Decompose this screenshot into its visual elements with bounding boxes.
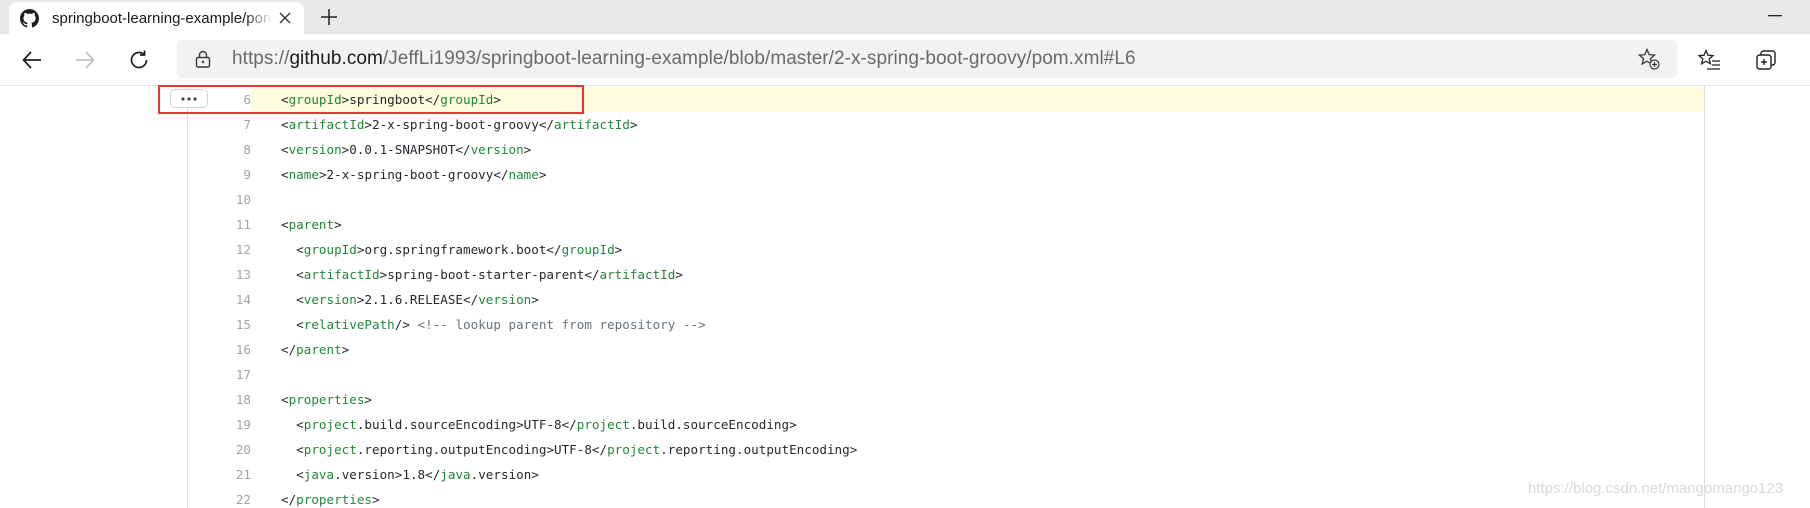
tab-close-icon[interactable] (275, 8, 295, 28)
code-line: 9 <name>2-x-spring-boot-groovy</name> (188, 162, 1704, 187)
url-domain: github.com (289, 48, 383, 69)
code-line: 22 </properties> (188, 487, 1704, 508)
favorites-icon[interactable] (1694, 44, 1726, 76)
code-line: 7 <artifactId>2-x-spring-boot-groovy</art… (188, 112, 1704, 137)
code-text: <version>2.1.6.RELEASE</version> (296, 291, 539, 307)
browser-tab[interactable]: springboot-learning-example/pom.xml at m… (9, 2, 304, 34)
line-number[interactable]: 12 (188, 237, 251, 262)
tab-strip: springboot-learning-example/pom.xml at m… (0, 0, 1810, 34)
line-number[interactable]: 20 (188, 437, 251, 462)
kebab-horizontal-icon (181, 96, 197, 101)
refresh-icon[interactable] (123, 44, 155, 76)
address-bar[interactable]: https://github.com/JeffLi1993/springboot… (177, 40, 1677, 78)
code-line: 17 (188, 362, 1704, 387)
code-text: <artifactId>spring-boot-starter-parent</… (296, 266, 683, 282)
browser-toolbar: https://github.com/JeffLi1993/springboot… (0, 34, 1810, 86)
code-text: <project.build.sourceEncoding>UTF-8</pro… (296, 416, 797, 432)
line-number[interactable]: 11 (188, 212, 251, 237)
code-text: <version>0.0.1-SNAPSHOT</version> (281, 141, 532, 157)
back-arrow-icon[interactable] (16, 44, 48, 76)
line-actions-button[interactable] (170, 89, 208, 108)
blob-code-table: 6 <groupId>springboot</groupId> 7 <artifact… (187, 86, 1705, 508)
tab-title: springboot-learning-example/pom.xml at m… (52, 9, 272, 27)
line-number[interactable]: 22 (188, 487, 251, 508)
watermark-text: https://blog.csdn.net/mangomango123 (1528, 480, 1784, 497)
code-text: </properties> (281, 491, 380, 507)
code-line: 8 <version>0.0.1-SNAPSHOT</version> (188, 137, 1704, 162)
code-line: 16 </parent> (188, 337, 1704, 362)
code-line: 6 <groupId>springboot</groupId> (188, 86, 1704, 112)
code-line: 21 <java.version>1.8</java.version> (188, 462, 1704, 487)
code-line: 11 <parent> (188, 212, 1704, 237)
code-text: <groupId>org.springframework.boot</group… (296, 241, 623, 257)
code-line: 13 <artifactId>spring-boot-starter-paren… (188, 262, 1704, 287)
forward-arrow-icon[interactable] (69, 44, 101, 76)
line-number[interactable]: 9 (188, 162, 251, 187)
code-line: 18 <properties> (188, 387, 1704, 412)
url-path: /JeffLi1993/springboot-learning-example/… (382, 48, 1136, 69)
code-line: 12 <groupId>org.springframework.boot</gr… (188, 237, 1704, 262)
code-text: </parent> (281, 341, 350, 357)
github-logo-icon (20, 8, 39, 28)
line-number[interactable]: 8 (188, 137, 251, 162)
url-text[interactable]: https://github.com/JeffLi1993/springboot… (232, 40, 1136, 78)
code-text: <parent> (281, 216, 342, 232)
code-text: <artifactId>2-x-spring-boot-groovy</arti… (281, 116, 638, 132)
code-text: <java.version>1.8</java.version> (296, 466, 539, 482)
line-number[interactable]: 15 (188, 312, 251, 337)
line-number[interactable]: 18 (188, 387, 251, 412)
code-line: 20 <project.reporting.outputEncoding>UTF… (188, 437, 1704, 462)
code-line: 15 <relativePath/> <!-- lookup parent fr… (188, 312, 1704, 337)
line-number[interactable]: 21 (188, 462, 251, 487)
code-line: 19 <project.build.sourceEncoding>UTF-8</… (188, 412, 1704, 437)
line-number[interactable]: 19 (188, 412, 251, 437)
line-number[interactable]: 13 (188, 262, 251, 287)
line-number[interactable]: 17 (188, 362, 251, 387)
code-line: 14 <version>2.1.6.RELEASE</version> (188, 287, 1704, 312)
code-text: <properties> (281, 391, 373, 407)
code-text: <name>2-x-spring-boot-groovy</name> (281, 166, 547, 182)
window-minimize-icon[interactable] (1762, 8, 1788, 24)
code-text: <project.reporting.outputEncoding>UTF-8<… (296, 441, 858, 457)
add-favorite-icon[interactable] (1635, 46, 1663, 72)
url-prefix: https:// (232, 48, 290, 69)
line-number[interactable]: 7 (188, 112, 251, 137)
code-text: <relativePath/> <!-- lookup parent from … (296, 316, 706, 332)
code-text: <groupId>springboot</groupId> (281, 91, 501, 107)
lock-icon[interactable] (194, 50, 212, 68)
code-view: 6 <groupId>springboot</groupId> 7 <artifact… (0, 86, 1810, 508)
new-tab-plus-icon[interactable] (316, 4, 342, 30)
line-number[interactable]: 10 (188, 187, 251, 212)
line-number[interactable]: 14 (188, 287, 251, 312)
collections-icon[interactable] (1750, 44, 1782, 76)
line-number[interactable]: 16 (188, 337, 251, 362)
code-line: 10 (188, 187, 1704, 212)
